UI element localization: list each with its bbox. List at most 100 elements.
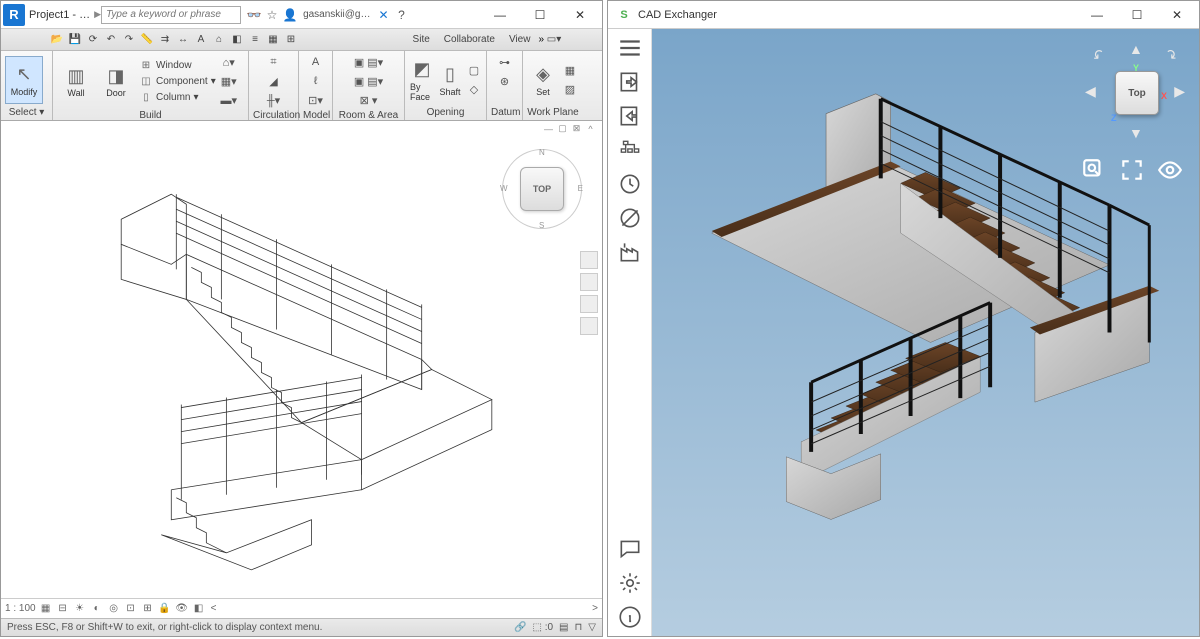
room-sep-icon[interactable]: ▣ ▤▾ — [353, 72, 384, 90]
scale-label[interactable]: 1 : 100 — [5, 603, 36, 614]
shaft-button[interactable]: ▯Shaft — [437, 56, 463, 104]
cad-search-icon[interactable] — [1081, 159, 1107, 181]
scroll-right-icon[interactable]: > — [592, 603, 598, 614]
close-hidden-icon[interactable]: ▦ — [265, 32, 281, 48]
sync-icon[interactable]: ⟳ — [85, 32, 101, 48]
3d-icon[interactable]: ⌂ — [211, 32, 227, 48]
user-label[interactable]: gasanskii@g… — [303, 9, 370, 20]
railing-icon[interactable]: ╫▾ — [265, 91, 283, 109]
measure-icon[interactable]: 📏 — [139, 32, 155, 48]
gear-icon[interactable] — [617, 570, 643, 596]
cad-eye-icon[interactable] — [1157, 159, 1183, 181]
exchange-icon[interactable]: ✕ — [376, 8, 390, 22]
crop-icon[interactable]: ⊡ — [124, 602, 138, 616]
binoculars-icon[interactable]: 👓 — [247, 8, 261, 22]
open-icon[interactable]: 📂 — [49, 32, 65, 48]
cad-fit-icon[interactable] — [1119, 159, 1145, 181]
export-icon[interactable] — [617, 103, 643, 129]
revit-canvas[interactable]: — ▢ ⊠ ^ N W E S TOP — [1, 121, 602, 598]
model-text-icon[interactable]: A — [307, 53, 325, 71]
visual-style-icon[interactable]: ⊟ — [56, 602, 70, 616]
selection-filter-icon[interactable]: ▽ — [588, 622, 596, 633]
text-icon[interactable]: A — [193, 32, 209, 48]
search-input[interactable] — [101, 6, 241, 24]
grid-icon[interactable]: ⊛ — [496, 72, 514, 90]
help-view-icon[interactable]: ^ — [585, 123, 596, 134]
stair-icon[interactable]: ⌗ — [265, 53, 283, 71]
sun-path-icon[interactable]: ☀ — [73, 602, 87, 616]
orbit-icon[interactable] — [580, 317, 598, 335]
set-button[interactable]: ◈Set — [527, 56, 559, 104]
cad-minimize-button[interactable]: — — [1077, 2, 1117, 28]
dimension-icon[interactable]: ↔ — [175, 32, 191, 48]
crop-region-icon[interactable]: ⊞ — [141, 602, 155, 616]
section-tool-icon[interactable] — [617, 205, 643, 231]
cad-viewport[interactable]: ▲ ▼ ◀ ▶ ↶ ↷ Y X Z Top — [652, 29, 1199, 636]
render-icon[interactable]: ◎ — [107, 602, 121, 616]
thin-lines-icon[interactable]: ≡ — [247, 32, 263, 48]
cad-view-cube[interactable]: ▲ ▼ ◀ ▶ ↶ ↷ Y X Z Top — [1085, 41, 1185, 141]
undo-icon[interactable]: ↶ — [103, 32, 119, 48]
cascade-view-icon[interactable]: ⊠ — [571, 123, 582, 134]
menu-icon[interactable] — [617, 35, 643, 61]
shadows-icon[interactable]: ◐ — [90, 602, 104, 616]
level-icon[interactable]: ⊶ — [496, 53, 514, 71]
cad-cube-face[interactable]: Top — [1115, 71, 1159, 115]
ramp-icon[interactable]: ◢ — [265, 72, 283, 90]
constraint-icon[interactable]: 🔗 — [514, 622, 526, 633]
model-line-icon[interactable]: ℓ — [307, 72, 325, 90]
tab-view[interactable]: View — [503, 32, 537, 47]
modify-button[interactable]: ↖Modify — [5, 56, 43, 104]
zoom-icon[interactable] — [580, 295, 598, 313]
redo-icon[interactable]: ↷ — [121, 32, 137, 48]
save-icon[interactable]: 💾 — [67, 32, 83, 48]
section-icon[interactable]: ◧ — [229, 32, 245, 48]
cad-maximize-button[interactable]: ☐ — [1117, 2, 1157, 28]
window-button[interactable]: ⊞Window — [137, 58, 218, 73]
temp-hide-icon[interactable]: 👁 — [175, 602, 189, 616]
help-icon[interactable]: ? — [394, 8, 408, 22]
chat-icon[interactable] — [617, 536, 643, 562]
by-face-button[interactable]: ◩By Face — [409, 56, 435, 104]
steering-wheel-icon[interactable] — [580, 251, 598, 269]
panel-toggle-icon[interactable]: ▭▾ — [546, 32, 562, 48]
min-view-icon[interactable]: — — [543, 123, 554, 134]
dormer-icon[interactable]: ◇ — [465, 80, 483, 98]
cad-close-button[interactable]: ✕ — [1157, 2, 1197, 28]
model-group-select-icon[interactable]: ⊓ — [574, 622, 582, 633]
structure-icon[interactable] — [617, 137, 643, 163]
cube-rot-ccw-icon[interactable]: ↶ — [1089, 45, 1109, 65]
lock3d-icon[interactable]: 🔒 — [158, 602, 172, 616]
floor-icon[interactable]: ▬▾ — [220, 91, 238, 109]
view-cube[interactable]: N W E S TOP — [502, 149, 582, 229]
component-button[interactable]: ◫Component ▾ — [137, 74, 218, 89]
max-view-icon[interactable]: ▢ — [557, 123, 568, 134]
maximize-button[interactable]: ☐ — [520, 2, 560, 28]
show-plane-icon[interactable]: ▦ — [561, 61, 579, 79]
close-button[interactable]: ✕ — [560, 2, 600, 28]
user-icon[interactable]: 👤 — [283, 8, 297, 22]
room-icon[interactable]: ▣ ▤▾ — [353, 53, 384, 71]
model-group-icon[interactable]: ⊡▾ — [307, 91, 325, 109]
wall-button[interactable]: ▥Wall — [57, 57, 95, 105]
pan-icon[interactable] — [580, 273, 598, 291]
column-button[interactable]: ▯Column ▾ — [137, 90, 218, 105]
door-button[interactable]: ◨Door — [97, 57, 135, 105]
detail-level-icon[interactable]: ▦ — [39, 602, 53, 616]
vertical-opening-icon[interactable]: ▢ — [465, 61, 483, 79]
clock-icon[interactable] — [617, 171, 643, 197]
factory-icon[interactable] — [617, 239, 643, 265]
reveal-icon[interactable]: ◧ — [192, 602, 206, 616]
select-panel-label[interactable]: Select ▾ — [5, 106, 48, 118]
switch-windows-icon[interactable]: ⊞ — [283, 32, 299, 48]
ceiling-icon[interactable]: ▦▾ — [220, 72, 238, 90]
tab-site[interactable]: Site — [407, 32, 436, 47]
minimize-button[interactable]: — — [480, 2, 520, 28]
ref-plane-icon[interactable]: ▨ — [561, 80, 579, 98]
cube-rot-cw-icon[interactable]: ↷ — [1161, 45, 1181, 65]
import-icon[interactable] — [617, 69, 643, 95]
cube-top-face[interactable]: TOP — [520, 167, 564, 211]
filter-icon[interactable]: ▤ — [559, 622, 568, 633]
cube-up-arrow-icon[interactable]: ▲ — [1129, 41, 1143, 57]
info-icon[interactable] — [617, 604, 643, 630]
